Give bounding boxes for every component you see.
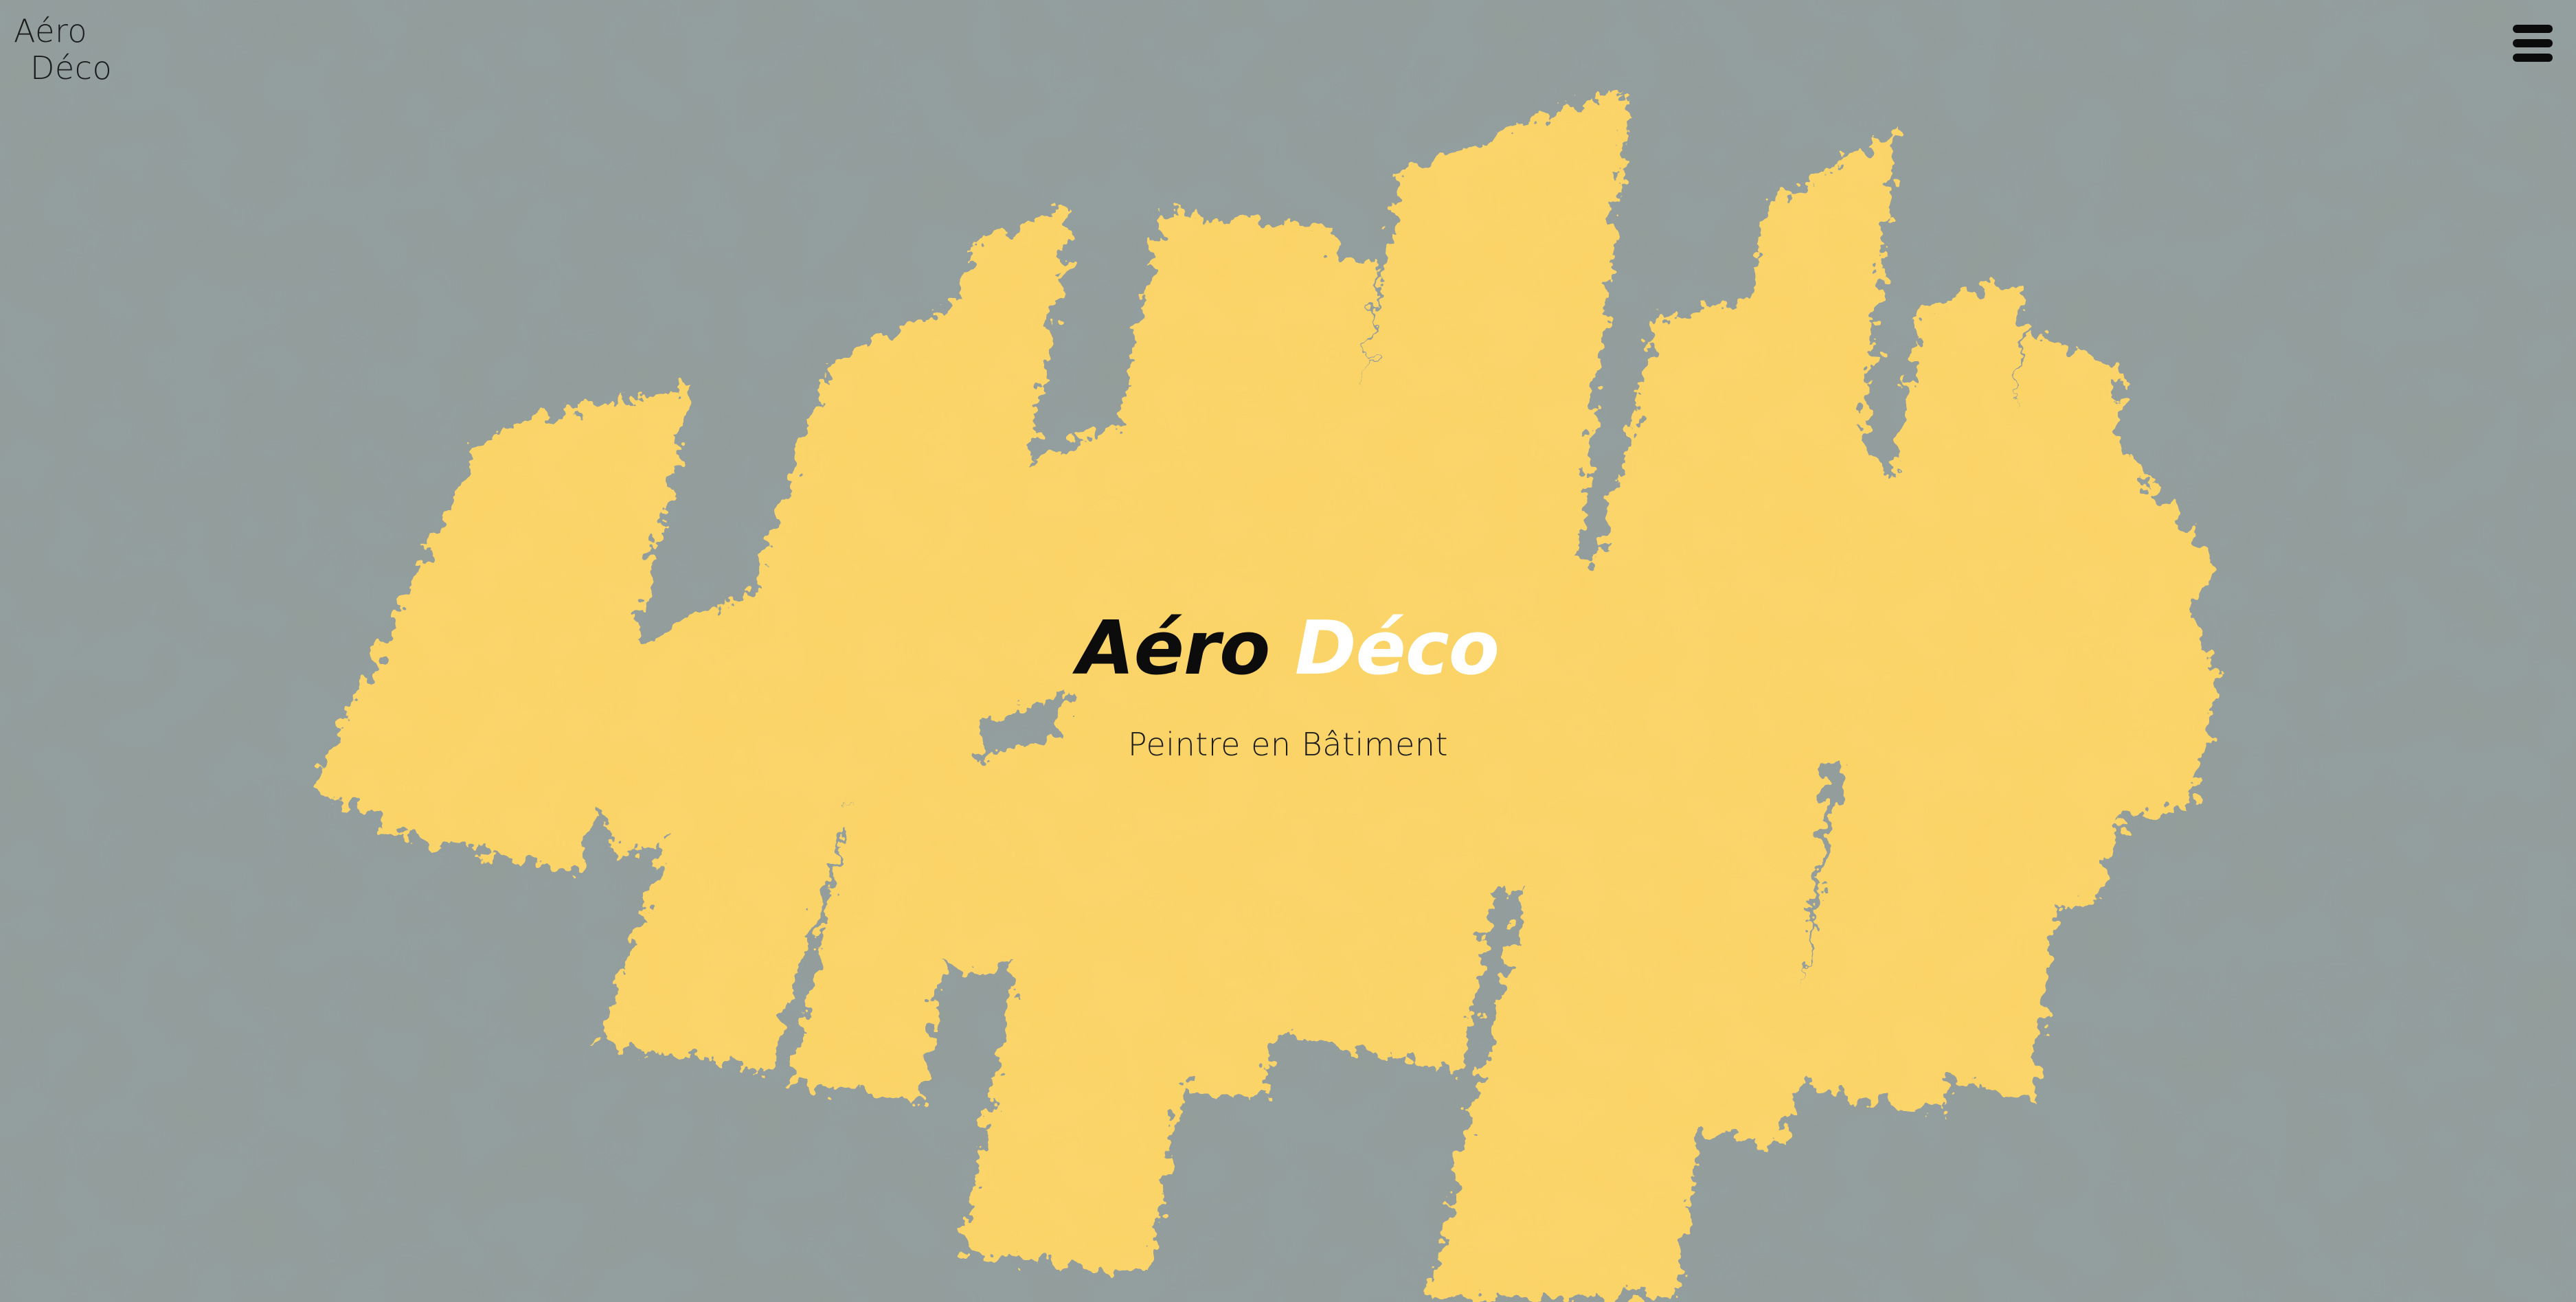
hero-subtitle: Peintre en Bâtiment	[1127, 726, 1449, 763]
site-logo[interactable]: Aéro Déco	[14, 12, 112, 87]
menu-bar-top	[2513, 25, 2553, 33]
logo-line-1: Aéro	[14, 12, 88, 49]
page: Aéro Déco Aéro Déco Peintre en Bâtiment	[0, 0, 2576, 1302]
hero-title-word-2: Déco	[1294, 606, 1500, 692]
logo-line-2: Déco	[30, 49, 113, 87]
hero-title: Aéro Déco	[0, 597, 2576, 700]
hero-title-word-1: Aéro	[1076, 606, 1270, 692]
menu-bar-middle	[2513, 39, 2553, 47]
menu-bar-bottom	[2513, 54, 2553, 62]
hamburger-menu-icon[interactable]	[2513, 25, 2553, 62]
